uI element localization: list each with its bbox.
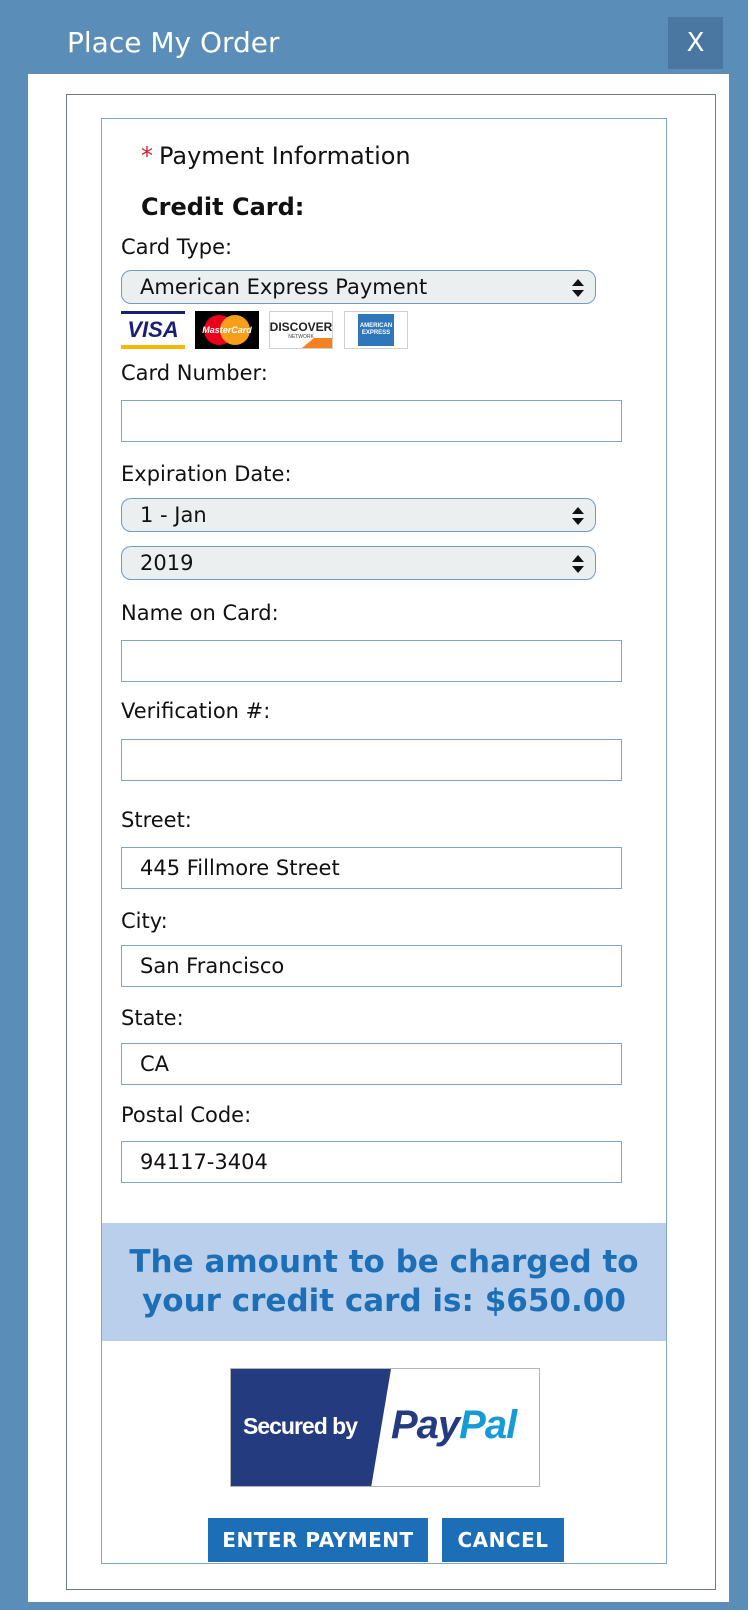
card-type-label: Card Type: [121, 235, 233, 259]
city-label: City: [121, 909, 168, 933]
amex-box: AMERICAN EXPRESS [358, 314, 394, 346]
payment-information-heading: * Payment Information [141, 142, 411, 170]
paypal-secured-badge: Secured by PayPal [230, 1368, 540, 1487]
expiration-month-select[interactable]: 1 - Jan [121, 498, 596, 532]
paypal-wordmark: PayPal [391, 1403, 517, 1448]
discover-logo-text: DISCOVER [269, 320, 333, 334]
required-marker: * [141, 142, 153, 170]
amount-notice-line2: your credit card is: $650.00 [142, 1283, 626, 1319]
name-on-card-label: Name on Card: [121, 601, 279, 625]
discover-network-text: NETWORK [288, 334, 314, 340]
select-arrows-icon [572, 555, 584, 573]
paypal-wordmark-pay: Pay [391, 1403, 460, 1447]
state-label: State: [121, 1006, 184, 1030]
card-type-selected: American Express Payment [140, 275, 428, 299]
select-arrows-icon [572, 279, 584, 297]
street-label: Street: [121, 808, 192, 832]
credit-card-heading: Credit Card: [141, 193, 305, 221]
state-input[interactable]: CA [121, 1043, 622, 1085]
street-input[interactable]: 445 Fillmore Street [121, 847, 622, 889]
card-number-input[interactable] [121, 400, 622, 442]
postal-code-input[interactable]: 94117-3404 [121, 1141, 622, 1183]
amount-notice-line1: The amount to be charged to [129, 1244, 639, 1280]
close-button[interactable]: X [668, 17, 723, 69]
american-express-logo: AMERICAN EXPRESS [344, 311, 408, 349]
expiration-date-label: Expiration Date: [121, 462, 292, 486]
card-number-label: Card Number: [121, 361, 268, 385]
dialog-titlebar: Place My Order [10, 6, 738, 74]
verification-label: Verification #: [121, 699, 271, 723]
amount-notice: The amount to be charged to your credit … [102, 1223, 666, 1341]
verification-input[interactable] [121, 739, 622, 781]
card-type-select[interactable]: American Express Payment [121, 270, 596, 304]
name-on-card-input[interactable] [121, 640, 622, 682]
postal-code-label: Postal Code: [121, 1103, 252, 1127]
discover-logo: DISCOVER NETWORK [269, 311, 333, 349]
secured-by-text: Secured by [243, 1413, 358, 1439]
amex-logo-text: AMERICAN EXPRESS [359, 323, 393, 336]
paypal-wordmark-pal: Pal [459, 1403, 517, 1447]
enter-payment-button[interactable]: ENTER PAYMENT [208, 1518, 428, 1562]
select-arrows-icon [572, 507, 584, 525]
cancel-button[interactable]: CANCEL [442, 1518, 564, 1562]
mastercard-logo: MasterCard [195, 311, 259, 349]
visa-logo-text: VISA [127, 316, 179, 342]
dialog-title: Place My Order [67, 26, 280, 59]
expiration-month-selected: 1 - Jan [140, 503, 207, 527]
mastercard-logo-text: MasterCard [202, 325, 252, 335]
payment-information-label: Payment Information [159, 142, 411, 170]
city-input[interactable]: San Francisco [121, 945, 622, 987]
expiration-year-selected: 2019 [140, 551, 194, 575]
visa-logo: VISA [121, 311, 185, 349]
expiration-year-select[interactable]: 2019 [121, 546, 596, 580]
